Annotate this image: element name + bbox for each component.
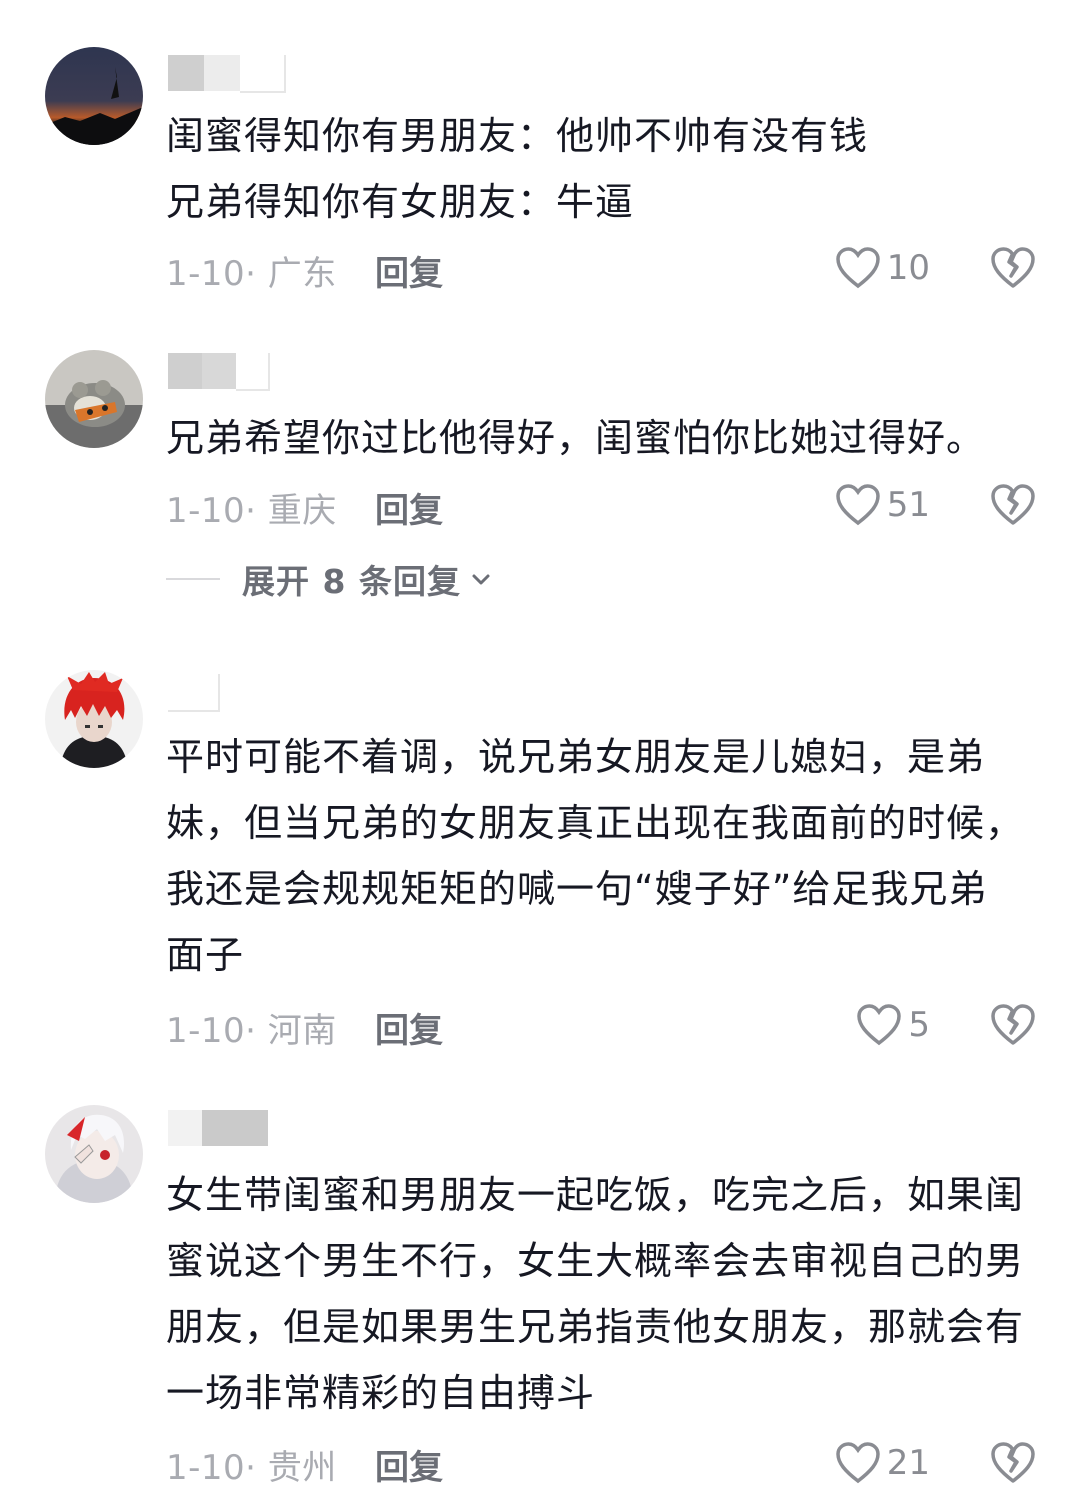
avatar-frog-image: [45, 350, 143, 448]
dislike-button[interactable]: [990, 482, 1036, 528]
broken-heart-icon: [991, 484, 1035, 525]
expand-replies-label: 展开 8 条回复: [242, 562, 461, 601]
like-count: 51: [886, 485, 930, 525]
comment-meta: 1-10· 贵州: [166, 1448, 337, 1488]
avatar[interactable]: [45, 1105, 143, 1203]
expand-replies-button[interactable]: 展开 8 条回复: [166, 556, 493, 602]
avatar[interactable]: [45, 47, 143, 145]
username-redacted[interactable]: [168, 1110, 270, 1146]
comment-meta: 1-10· 广东: [166, 254, 337, 294]
dislike-button[interactable]: [990, 1440, 1036, 1486]
username-redacted[interactable]: [168, 674, 220, 712]
divider-line: [166, 578, 220, 580]
username-redacted[interactable]: [168, 353, 270, 391]
reply-button[interactable]: 回复: [375, 483, 443, 532]
heart-icon: [857, 1004, 902, 1046]
avatar-anime-girl-image: [45, 1105, 143, 1203]
like-count: 10: [886, 248, 930, 288]
broken-heart-icon: [991, 1442, 1035, 1483]
comment-meta: 1-10· 重庆: [166, 491, 337, 531]
broken-heart-icon: [991, 1004, 1035, 1045]
like-count: 5: [908, 1005, 930, 1045]
avatar[interactable]: [45, 350, 143, 448]
heart-icon: [835, 247, 880, 289]
heart-icon: [835, 484, 880, 526]
comment-text: 平时可能不着调，说兄弟女朋友是儿媳妇，是弟妹，但当兄弟的女朋友真正出现在我面前的…: [166, 735, 1025, 977]
dislike-button[interactable]: [990, 1002, 1036, 1048]
reply-button[interactable]: 回复: [375, 246, 443, 295]
like-button[interactable]: 10: [835, 245, 930, 291]
reply-button[interactable]: 回复: [375, 1003, 443, 1052]
like-button[interactable]: 21: [835, 1440, 930, 1486]
dislike-button[interactable]: [990, 245, 1036, 291]
like-button[interactable]: 51: [835, 482, 930, 528]
broken-heart-icon: [991, 247, 1035, 288]
comment-text: 闺蜜得知你有男朋友：他帅不帅有没有钱 兄弟得知你有女朋友：牛逼: [166, 114, 869, 224]
avatar-red-hair-character-image: [45, 670, 143, 768]
like-count: 21: [886, 1443, 930, 1483]
avatar-sunset-image: [45, 47, 143, 145]
heart-icon: [835, 1442, 880, 1484]
comment-text: 兄弟希望你过比他得好，闺蜜怕你比她过得好。: [166, 416, 986, 460]
chevron-down-icon: [472, 574, 490, 585]
username-redacted[interactable]: [168, 55, 286, 93]
avatar[interactable]: [45, 670, 143, 768]
reply-button[interactable]: 回复: [375, 1440, 443, 1489]
comment-text: 女生带闺蜜和男朋友一起吃饭，吃完之后，如果闺蜜说这个男生不行，女生大概率会去审视…: [166, 1173, 1025, 1415]
like-button[interactable]: 5: [856, 1002, 930, 1048]
comment-meta: 1-10· 河南: [166, 1011, 337, 1051]
